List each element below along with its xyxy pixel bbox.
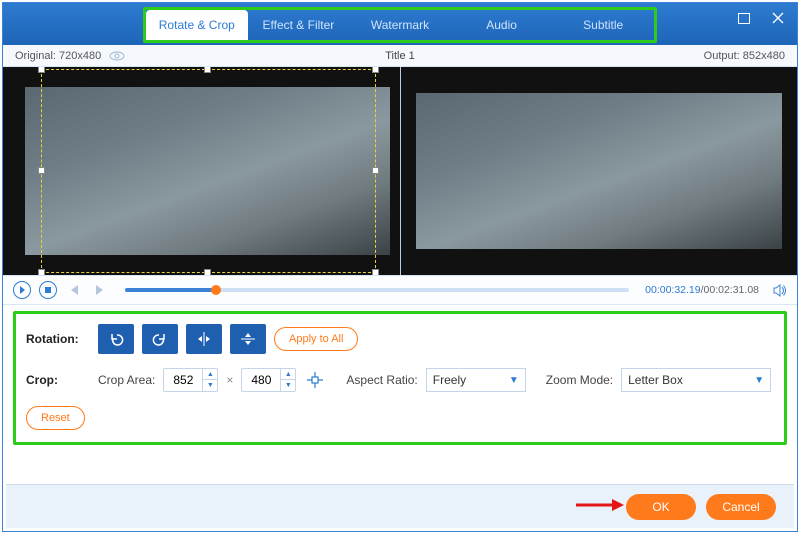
preview-area bbox=[3, 67, 797, 275]
play-button[interactable] bbox=[13, 281, 31, 299]
rotate-right-button[interactable] bbox=[142, 324, 178, 354]
tab-watermark[interactable]: Watermark bbox=[349, 10, 451, 40]
crop-rectangle[interactable] bbox=[41, 69, 376, 273]
original-dimensions: Original: 720x480 bbox=[15, 50, 101, 62]
info-bar: Original: 720x480 Title 1 Output: 852x48… bbox=[3, 45, 797, 67]
zoom-mode-value: Letter Box bbox=[628, 373, 683, 387]
zoom-mode-select[interactable]: Letter Box ▼ bbox=[621, 368, 771, 392]
current-time: 00:00:32.19 bbox=[645, 284, 700, 296]
flip-vertical-button[interactable] bbox=[230, 324, 266, 354]
crop-handle[interactable] bbox=[38, 67, 45, 73]
rotate-left-button[interactable] bbox=[98, 324, 134, 354]
crop-area-label: Crop Area: bbox=[98, 373, 155, 387]
playback-bar: 00:00:32.19/00:02:31.08 bbox=[3, 275, 797, 305]
crop-handle[interactable] bbox=[38, 167, 45, 174]
crop-width-input[interactable] bbox=[164, 373, 202, 387]
crop-handle[interactable] bbox=[372, 269, 379, 275]
tab-subtitle[interactable]: Subtitle bbox=[552, 10, 654, 40]
editor-panel: Rotation: Apply to All Crop: Crop Area: … bbox=[13, 311, 787, 445]
cancel-button[interactable]: Cancel bbox=[706, 494, 776, 520]
flip-horizontal-button[interactable] bbox=[186, 324, 222, 354]
zoom-mode-label: Zoom Mode: bbox=[546, 373, 613, 387]
footer-bar: OK Cancel bbox=[6, 484, 794, 528]
rotate-left-icon bbox=[108, 331, 124, 347]
spinner-down-icon[interactable]: ▼ bbox=[203, 380, 217, 391]
stop-button[interactable] bbox=[39, 281, 57, 299]
apply-to-all-button[interactable]: Apply to All bbox=[274, 327, 358, 351]
crop-height-spinner[interactable]: ▲▼ bbox=[241, 368, 296, 392]
flip-vertical-icon bbox=[240, 331, 256, 347]
next-frame-button[interactable] bbox=[91, 281, 109, 299]
crop-handle[interactable] bbox=[372, 167, 379, 174]
seek-slider[interactable] bbox=[125, 288, 629, 292]
output-preview bbox=[401, 67, 798, 275]
aspect-ratio-value: Freely bbox=[433, 373, 466, 387]
chevron-down-icon: ▼ bbox=[754, 375, 764, 386]
tab-audio[interactable]: Audio bbox=[451, 10, 553, 40]
stop-icon bbox=[45, 287, 51, 293]
output-dimensions: Output: 852x480 bbox=[704, 50, 785, 62]
aspect-ratio-label: Aspect Ratio: bbox=[346, 373, 417, 387]
spinner-up-icon[interactable]: ▲ bbox=[281, 369, 295, 380]
crop-height-input[interactable] bbox=[242, 373, 280, 387]
titlebar: Rotate & Crop Effect & Filter Watermark … bbox=[3, 3, 797, 45]
maximize-button[interactable] bbox=[735, 9, 753, 27]
dimension-multiply-icon: × bbox=[226, 373, 233, 387]
crop-label: Crop: bbox=[26, 373, 90, 387]
ok-button[interactable]: OK bbox=[626, 494, 696, 520]
close-button[interactable] bbox=[769, 9, 787, 27]
crosshair-icon bbox=[306, 371, 324, 389]
time-display: 00:00:32.19/00:02:31.08 bbox=[645, 284, 759, 296]
total-time: /00:02:31.08 bbox=[701, 284, 759, 296]
flip-horizontal-icon bbox=[196, 331, 212, 347]
reset-button[interactable]: Reset bbox=[26, 406, 85, 430]
aspect-ratio-select[interactable]: Freely ▼ bbox=[426, 368, 526, 392]
seek-thumb[interactable] bbox=[211, 285, 221, 295]
original-preview[interactable] bbox=[3, 67, 401, 275]
visibility-icon[interactable] bbox=[109, 51, 125, 61]
rotate-right-icon bbox=[152, 331, 168, 347]
output-video-frame bbox=[416, 93, 783, 249]
crop-handle[interactable] bbox=[204, 67, 211, 73]
spinner-up-icon[interactable]: ▲ bbox=[203, 369, 217, 380]
arrow-annotation-icon bbox=[574, 496, 624, 514]
tab-effect-filter[interactable]: Effect & Filter bbox=[248, 10, 350, 40]
play-icon bbox=[20, 286, 25, 294]
tabs-container: Rotate & Crop Effect & Filter Watermark … bbox=[143, 7, 657, 43]
prev-frame-button[interactable] bbox=[65, 281, 83, 299]
crop-handle[interactable] bbox=[372, 67, 379, 73]
crop-handle[interactable] bbox=[204, 269, 211, 275]
crop-width-spinner[interactable]: ▲▼ bbox=[163, 368, 218, 392]
tab-rotate-crop[interactable]: Rotate & Crop bbox=[146, 10, 248, 40]
crop-handle[interactable] bbox=[38, 269, 45, 275]
media-title: Title 1 bbox=[385, 50, 415, 62]
center-crop-button[interactable] bbox=[304, 369, 326, 391]
seek-fill bbox=[125, 288, 216, 292]
volume-icon[interactable] bbox=[773, 284, 787, 297]
chevron-down-icon: ▼ bbox=[509, 375, 519, 386]
rotation-label: Rotation: bbox=[26, 332, 90, 346]
spinner-down-icon[interactable]: ▼ bbox=[281, 380, 295, 391]
